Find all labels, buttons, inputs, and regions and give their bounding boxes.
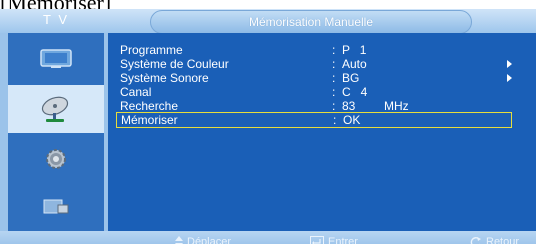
input-icon xyxy=(43,199,69,214)
menu-row-value: BG xyxy=(342,71,360,85)
sidebar xyxy=(8,33,104,231)
menu-row-sound-system[interactable]: Système Sonore : BG xyxy=(120,71,530,85)
menu-row-colon: : xyxy=(333,113,337,127)
move-hint-label: Déplacer xyxy=(187,236,232,244)
picture-icon xyxy=(40,49,72,68)
menu-row-colon: : xyxy=(332,85,336,99)
move-hint: Déplacer xyxy=(175,235,231,244)
menu-row-value: P 1 xyxy=(342,43,367,57)
menu-panel: Programme : P 1 Système de Couleur : Aut… xyxy=(108,33,536,231)
sidebar-item-input[interactable] xyxy=(8,183,104,231)
menu-row-label: Programme xyxy=(120,43,183,57)
return-hint: Retour xyxy=(470,235,519,244)
menu-row-label: Recherche xyxy=(120,99,179,113)
menu-row-value: 83 xyxy=(342,99,356,113)
menu-row-colon: : xyxy=(332,99,336,113)
return-hint-label: Retour xyxy=(486,236,520,244)
menu-row-colon: : xyxy=(332,43,336,57)
gear-icon xyxy=(46,149,66,169)
chevron-right-icon xyxy=(507,60,512,68)
menu-row-label: Mémoriser xyxy=(121,113,178,127)
menu-row-value: Auto xyxy=(342,57,367,71)
sidebar-item-setup[interactable] xyxy=(8,135,104,183)
menu-row-store[interactable]: Mémoriser : OK xyxy=(116,112,512,128)
chevron-right-icon xyxy=(507,74,512,82)
bottom-help-bar: Déplacer Entrer Retour xyxy=(0,231,536,244)
satellite-dish-icon xyxy=(41,96,69,122)
menu-row-label: Système de Couleur xyxy=(120,57,229,71)
enter-hint: Entrer xyxy=(310,235,358,244)
menu-row-channel[interactable]: Canal : C 4 xyxy=(120,85,530,99)
menu-row-value: C 4 xyxy=(342,85,368,99)
tv-osd-menu: T V Mémorisation Manuelle Programme: P … xyxy=(0,9,536,244)
section-label: T V xyxy=(43,12,69,27)
menu-row-label: Canal xyxy=(120,85,152,99)
enter-hint-label: Entrer xyxy=(328,236,358,244)
sidebar-item-picture[interactable] xyxy=(8,35,104,83)
menu-row-color-system[interactable]: Système de Couleur : Auto xyxy=(120,57,530,71)
top-bar: T V Mémorisation Manuelle xyxy=(0,9,536,34)
menu-row-value: OK xyxy=(343,113,361,127)
up-down-arrows-icon xyxy=(175,236,183,244)
menu-title: Mémorisation Manuelle xyxy=(150,10,472,34)
menu-row-programme[interactable]: Programme : P 1 xyxy=(120,43,530,57)
menu-row-label: Système Sonore xyxy=(120,71,209,85)
menu-row-search[interactable]: Recherche : 83 MHz xyxy=(120,99,530,113)
menu-row-colon: : xyxy=(332,71,336,85)
sidebar-item-channel[interactable] xyxy=(8,85,104,133)
enter-icon xyxy=(310,236,324,244)
menu-row-unit: MHz xyxy=(384,99,409,113)
menu-row-colon: : xyxy=(332,57,336,71)
return-icon xyxy=(470,237,481,244)
